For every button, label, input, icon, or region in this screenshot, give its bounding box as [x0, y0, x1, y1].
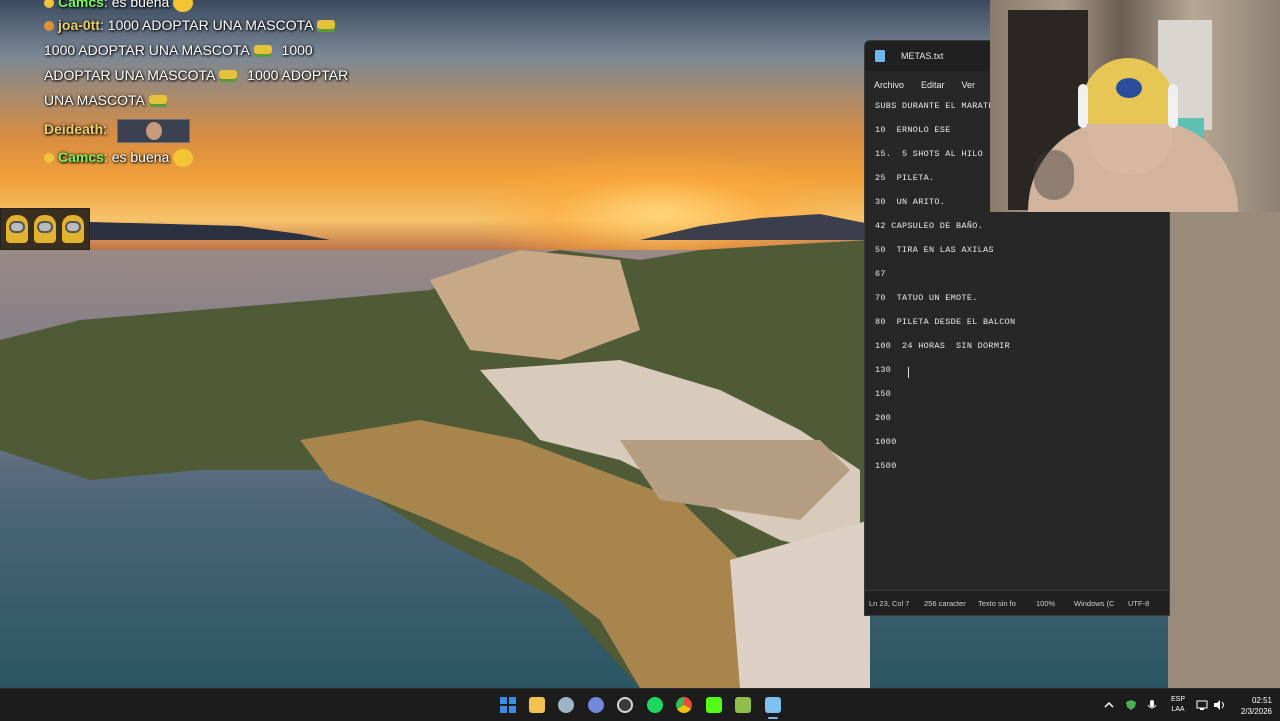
headphone-right	[1168, 84, 1178, 128]
chevron-up-icon[interactable]	[1103, 699, 1115, 711]
emote-icon	[173, 149, 194, 168]
obs-icon[interactable]	[617, 697, 633, 713]
text-line: 100 24 HORAS SIN DORMIR	[875, 341, 1011, 351]
chat-message-continuation: UNA MASCOTA	[44, 92, 167, 108]
text-line: 10 ERNOLO ESE	[875, 125, 951, 135]
text-line: 15. 5 SHOTS AL HILO	[875, 149, 984, 159]
file-explorer-icon[interactable]	[529, 697, 545, 713]
text-line: 67	[875, 269, 886, 279]
status-characters: 256 caracter	[924, 599, 966, 608]
chat-image-emote	[117, 119, 190, 143]
status-line-ending[interactable]: Windows (C	[1074, 599, 1116, 608]
discord-icon[interactable]	[588, 697, 604, 713]
app-icon[interactable]	[735, 697, 751, 713]
status-zoom[interactable]: 100%	[1036, 599, 1055, 608]
menu-archivo[interactable]: Archivo	[874, 80, 904, 90]
chat-message-continuation: ADOPTAR UNA MASCOTA 1000 ADOPTAR	[44, 67, 349, 83]
status-format[interactable]: Texto sin fo	[978, 599, 1020, 608]
notepad-icon[interactable]	[765, 697, 781, 713]
text-line: 130	[875, 365, 892, 375]
emote-icon	[219, 70, 238, 83]
spotify-icon[interactable]	[647, 697, 663, 713]
emote-icon	[317, 20, 336, 33]
text-line: 70 TATUO UN EMOTE.	[875, 293, 978, 303]
notepad-tab-title[interactable]: METAS.txt	[901, 51, 943, 61]
text-line: 150	[875, 389, 892, 399]
network-icon[interactable]	[1196, 699, 1208, 711]
chat-message: Camcs: es buena	[44, 149, 194, 168]
chat-message: joa-0tt: 1000 ADOPTAR UNA MASCOTA	[44, 17, 336, 33]
status-position: Ln 23, Col 7	[869, 599, 910, 608]
face-thumbnail	[146, 122, 162, 140]
notepad-statusbar: Ln 23, Col 7 256 caracter Texto sin fo 1…	[865, 590, 1169, 615]
text-line: SUBS DURANTE EL MARATH	[875, 101, 994, 111]
shield-icon[interactable]	[1125, 699, 1137, 711]
status-encoding[interactable]: UTF-8	[1128, 599, 1149, 608]
clock[interactable]: 02:51 2/3/2026	[1234, 695, 1272, 717]
clock-time: 02:51	[1251, 696, 1272, 705]
menu-ver[interactable]: Ver	[962, 80, 976, 90]
minion-icon	[62, 215, 84, 243]
tattoo	[1034, 150, 1074, 200]
menu-editar[interactable]: Editar	[921, 80, 945, 90]
emote-icon	[148, 95, 167, 108]
clock-date: 2/3/2026	[1240, 707, 1272, 716]
emote-icon	[253, 45, 272, 58]
emote-icon	[173, 0, 194, 13]
chat-message: Camcs: es buena	[44, 0, 194, 13]
text-line: 80 PILETA DESDE EL BALCON	[875, 317, 1016, 327]
chat-message-continuation: 1000 ADOPTAR UNA MASCOTA 1000	[44, 42, 313, 58]
minion-icon	[6, 215, 28, 243]
steam-icon[interactable]	[558, 697, 574, 713]
text-cursor	[908, 367, 909, 378]
chrome-icon[interactable]	[676, 697, 692, 713]
beanie-logo	[1116, 78, 1142, 98]
text-line: 25 PILETA.	[875, 173, 935, 183]
badge-icon	[44, 21, 54, 32]
badge-icon	[44, 0, 54, 9]
badge-icon	[44, 153, 54, 164]
kick-icon[interactable]	[706, 697, 722, 713]
volume-icon[interactable]	[1213, 699, 1225, 711]
webcam-overlay	[990, 0, 1280, 212]
text-line: 200	[875, 413, 892, 423]
minion-emote-strip	[0, 208, 90, 250]
active-app-indicator	[768, 717, 778, 719]
headphone-left	[1078, 84, 1088, 128]
text-line: 30 UN ARITO.	[875, 197, 946, 207]
notepad-file-icon	[875, 50, 885, 62]
text-line: 50 TIRA EN LAS AXILAS	[875, 245, 994, 255]
text-line: 1000	[875, 437, 897, 447]
minion-icon	[34, 215, 56, 243]
chat-message: Deideath:	[44, 121, 108, 137]
windows-taskbar: ESP LAA 02:51 2/3/2026	[0, 688, 1280, 721]
language-indicator[interactable]: ESP LAA	[1168, 695, 1188, 715]
text-line: 1500	[875, 461, 897, 471]
start-icon[interactable]	[500, 697, 516, 713]
microphone-icon[interactable]	[1146, 699, 1158, 711]
text-line: 42 CAPSULEO DE BAÑO.	[875, 221, 984, 231]
